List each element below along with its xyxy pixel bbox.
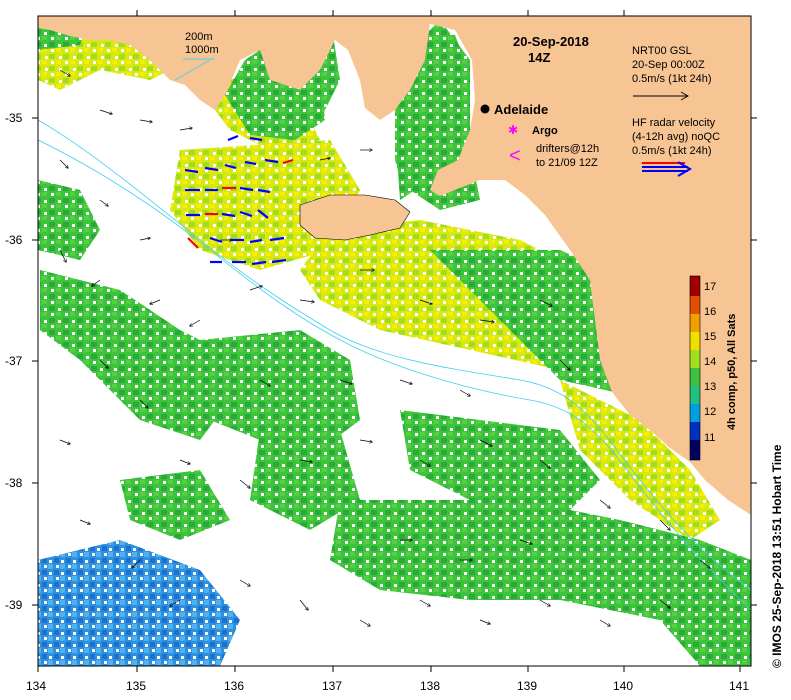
x-tick-141: 141 [729,679,749,693]
drifters-label-2: to 21/09 12Z [536,157,598,169]
map-date: 20-Sep-2018 [513,34,589,49]
x-tick-134: 134 [26,679,46,693]
x-tick-139: 139 [517,679,537,693]
argo-label: Argo [532,125,558,137]
x-tick-137: 137 [322,679,342,693]
colorbar [689,275,701,461]
credit-text: © IMOS 25-Sep-2018 13:51 Hobart Time [770,444,784,668]
colorbar-tick-16: 16 [704,306,716,318]
hf-label-2: (4-12h avg) noQC [632,131,720,143]
hf-label-1: HF radar velocity [632,117,716,129]
colorbar-tick-15: 15 [704,331,716,343]
drifters-label-1: drifters@12h [536,143,599,155]
colorbar-tick-11: 11 [704,432,715,444]
colorbar-label: 4h comp, p50, All Sats [726,314,738,430]
nrt-label-2: 20-Sep 00:00Z [632,59,705,71]
x-tick-138: 138 [420,679,440,693]
x-tick-135: 135 [126,679,146,693]
colorbar-tick-14: 14 [704,356,716,368]
y-tick-39: -39 [5,598,23,612]
nrt-label-1: NRT00 GSL [632,45,692,57]
map-time: 14Z [528,50,550,65]
y-tick-38: -38 [5,476,23,490]
colorbar-tick-17: 17 [704,281,716,293]
argo-symbol: ✱ [508,123,518,137]
adelaide-label: Adelaide [494,102,548,117]
drifter-symbol: < [509,145,521,167]
depth-200-label: 200m [185,31,213,43]
x-tick-136: 136 [224,679,244,693]
y-tick-36: -36 [5,233,23,247]
y-tick-35: -35 [5,111,23,125]
colorbar-tick-13: 13 [704,381,716,393]
y-tick-37: -37 [5,354,23,368]
hf-label-3: 0.5m/s (1kt 24h) [632,145,711,157]
nrt-label-3: 0.5m/s (1kt 24h) [632,73,711,85]
depth-1000-label: 1000m [185,44,219,56]
colorbar-tick-12: 12 [704,406,716,418]
adelaide-marker [480,104,490,114]
x-tick-140: 140 [613,679,633,693]
sst-map-figure: 134 135 136 137 138 139 140 141 -35 -36 … [5,10,784,693]
